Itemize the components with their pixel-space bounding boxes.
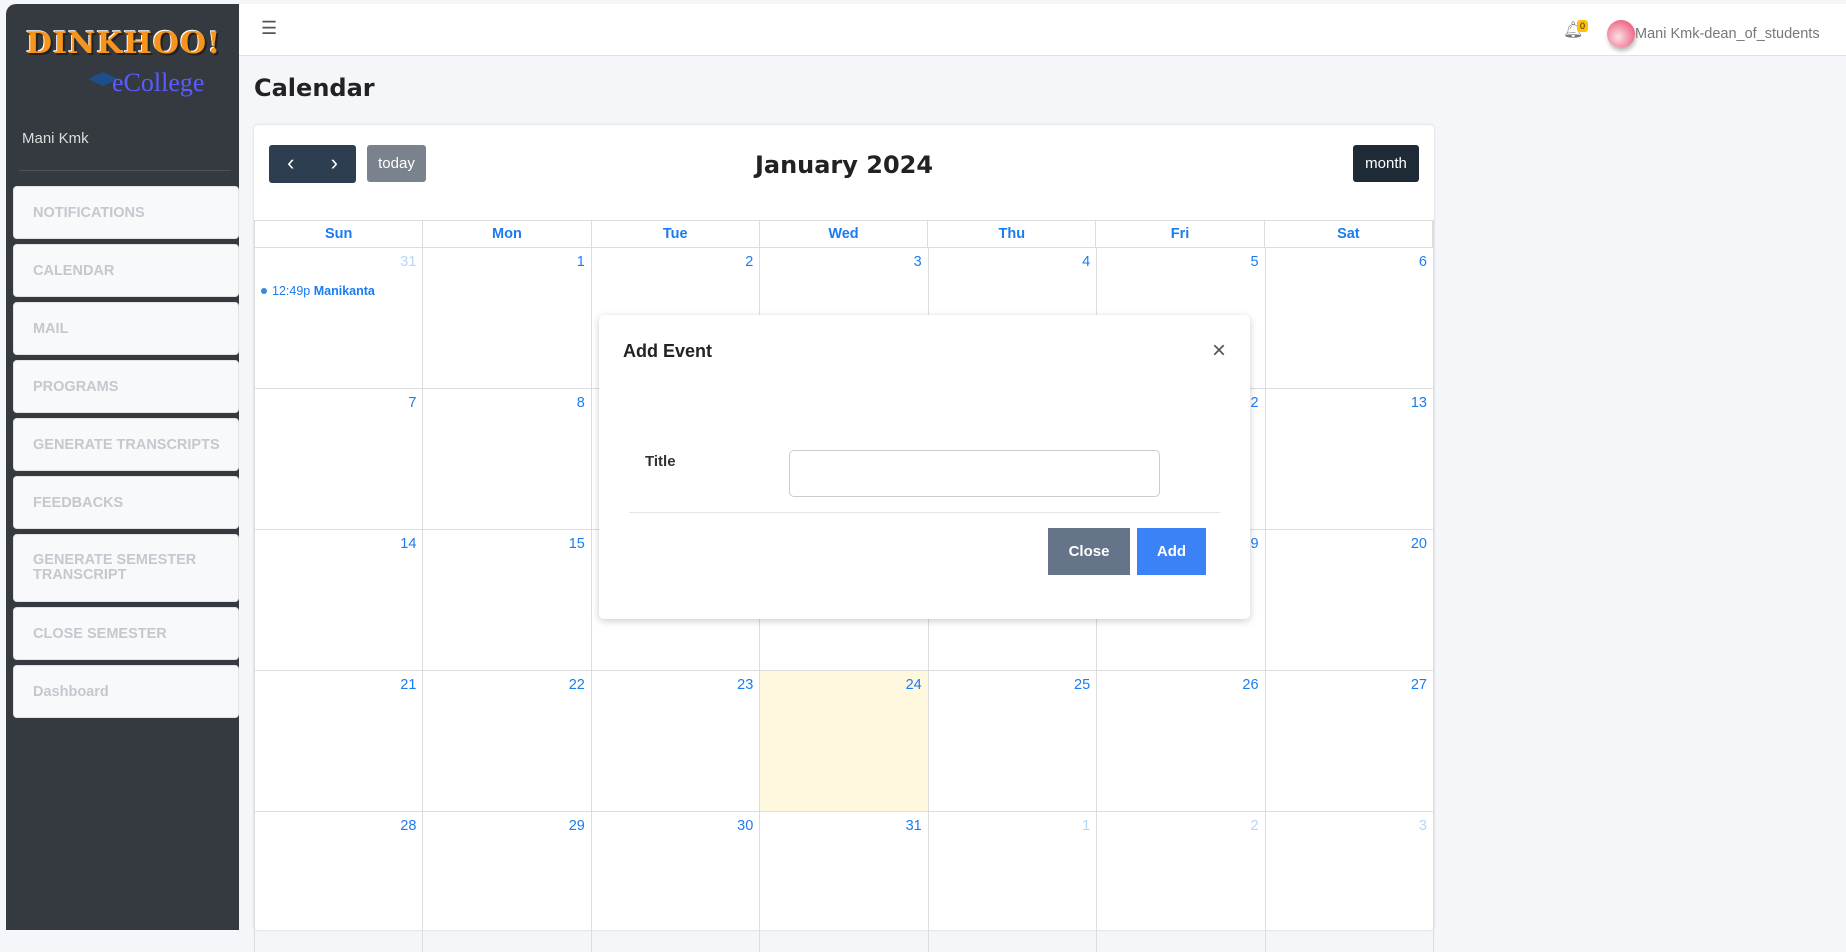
day-cell[interactable]: 24 — [760, 670, 929, 811]
close-button[interactable]: Close — [1048, 528, 1130, 575]
day-cell[interactable]: 27 — [1265, 670, 1434, 811]
day-header: Sat — [1265, 221, 1433, 248]
sidebar-user-name: Mani Kmk — [22, 130, 89, 147]
add-button[interactable]: Add — [1137, 528, 1206, 575]
day-header: Wed — [760, 221, 929, 248]
day-number[interactable]: 21 — [400, 677, 416, 693]
day-number[interactable]: 13 — [1411, 395, 1427, 411]
day-number[interactable]: 24 — [906, 677, 922, 693]
sidebar-item-dashboard[interactable]: Dashboard — [13, 665, 239, 721]
day-number[interactable]: 14 — [400, 536, 416, 552]
day-header: Thu — [928, 221, 1097, 248]
week-row: 28 29 30 31 1 2 3 — [254, 811, 1434, 952]
divider — [629, 512, 1220, 513]
day-cell[interactable]: 2 — [1097, 811, 1266, 952]
day-cell[interactable]: 1 — [423, 247, 592, 388]
day-number[interactable]: 31 — [400, 254, 416, 270]
day-number[interactable]: 1 — [1082, 818, 1090, 834]
day-number[interactable]: 31 — [906, 818, 922, 834]
day-number[interactable]: 20 — [1411, 536, 1427, 552]
day-number[interactable]: 23 — [737, 677, 753, 693]
week-row: 21 22 23 24 25 26 27 — [254, 670, 1434, 811]
day-header: Fri — [1096, 221, 1265, 248]
day-cell[interactable]: 23 — [591, 670, 761, 811]
sidebar-item-generate-semester-transcript[interactable]: GENERATE SEMESTER TRANSCRIPT — [13, 534, 239, 605]
day-number[interactable]: 4 — [1082, 254, 1090, 270]
sidebar-item-programs[interactable]: PROGRAMS — [13, 360, 239, 416]
day-number[interactable]: 26 — [1242, 677, 1258, 693]
day-number[interactable]: 6 — [1419, 254, 1427, 270]
day-cell[interactable]: 7 — [255, 388, 424, 529]
add-event-modal: Add Event × Title Close Add — [599, 315, 1250, 619]
day-number[interactable]: 2 — [745, 254, 753, 270]
sidebar-item-close-semester[interactable]: CLOSE SEMESTER — [13, 607, 239, 663]
day-cell[interactable]: 28 — [255, 811, 424, 952]
sidebar: DINKHOO! eCollege Mani Kmk NOTIFICATIONS… — [6, 4, 239, 930]
calendar-event[interactable]: 12:49p Manikanta — [261, 284, 375, 298]
sidebar-item-mail[interactable]: MAIL — [13, 302, 239, 358]
day-number[interactable]: 3 — [1419, 818, 1427, 834]
notification-badge: 0 — [1577, 20, 1589, 32]
sidebar-item-calendar[interactable]: CALENDAR — [13, 244, 239, 300]
event-dot-icon — [261, 288, 267, 294]
day-cell[interactable]: 8 — [423, 388, 592, 529]
logo-subtext: eCollege — [112, 68, 205, 97]
day-header: Mon — [423, 221, 592, 248]
day-number[interactable]: 29 — [569, 818, 585, 834]
day-number[interactable]: 28 — [400, 818, 416, 834]
day-number[interactable]: 7 — [408, 395, 416, 411]
logo: DINKHOO! eCollege — [20, 26, 235, 106]
day-cell[interactable]: 31 12:49p Manikanta — [255, 247, 424, 388]
day-number[interactable]: 22 — [569, 677, 585, 693]
close-icon[interactable]: × — [1212, 337, 1226, 365]
avatar[interactable] — [1607, 20, 1635, 48]
logo-text: DINKHOO! — [26, 26, 222, 61]
sidebar-menu: NOTIFICATIONS CALENDAR MAIL PROGRAMS GENERAT… — [13, 186, 239, 723]
divider — [19, 170, 231, 171]
day-number[interactable]: 8 — [577, 395, 585, 411]
event-time: 12:49p — [272, 284, 311, 298]
day-number[interactable]: 5 — [1250, 254, 1258, 270]
modal-title: Add Event — [623, 341, 713, 361]
month-view-button[interactable]: month — [1353, 145, 1419, 182]
event-title: Manikanta — [313, 284, 375, 298]
day-cell[interactable]: 21 — [255, 670, 424, 811]
sidebar-item-generate-transcripts[interactable]: GENERATE TRANSCRIPTS — [13, 418, 239, 474]
day-cell[interactable]: 22 — [423, 670, 592, 811]
day-cell[interactable]: 15 — [423, 529, 592, 670]
menu-toggle-icon[interactable]: ☰ — [261, 18, 277, 39]
day-number[interactable]: 1 — [577, 254, 585, 270]
day-header-row: Sun Mon Tue Wed Thu Fri Sat — [254, 220, 1434, 248]
day-cell[interactable]: 26 — [1097, 670, 1266, 811]
day-number[interactable]: 25 — [1074, 677, 1090, 693]
top-header: ☰ 🔔︎ 0 Mani Kmk-dean_of_students — [239, 4, 1846, 56]
day-number[interactable]: 27 — [1411, 677, 1427, 693]
sidebar-item-notifications[interactable]: NOTIFICATIONS — [13, 186, 239, 242]
day-cell[interactable]: 25 — [928, 670, 1098, 811]
day-number[interactable]: 2 — [1250, 818, 1258, 834]
day-number[interactable]: 3 — [914, 254, 922, 270]
day-cell[interactable]: 1 — [928, 811, 1098, 952]
day-cell[interactable]: 31 — [760, 811, 929, 952]
day-cell[interactable]: 14 — [255, 529, 424, 670]
day-cell[interactable]: 20 — [1265, 529, 1434, 670]
title-label: Title — [645, 453, 676, 470]
day-number[interactable]: 15 — [569, 536, 585, 552]
day-header: Tue — [592, 221, 760, 248]
day-number[interactable]: 30 — [737, 818, 753, 834]
month-title: January 2024 — [754, 151, 934, 179]
day-cell[interactable]: 30 — [591, 811, 761, 952]
day-cell[interactable]: 3 — [1265, 811, 1434, 952]
title-input[interactable] — [789, 450, 1160, 497]
day-cell[interactable]: 6 — [1265, 247, 1434, 388]
page-title: Calendar — [254, 74, 375, 102]
sidebar-item-feedbacks[interactable]: FEEDBACKS — [13, 476, 239, 532]
day-cell[interactable]: 29 — [423, 811, 592, 952]
day-cell[interactable]: 13 — [1265, 388, 1434, 529]
day-header: Sun — [255, 221, 424, 248]
user-menu[interactable]: Mani Kmk-dean_of_students — [1635, 26, 1820, 42]
